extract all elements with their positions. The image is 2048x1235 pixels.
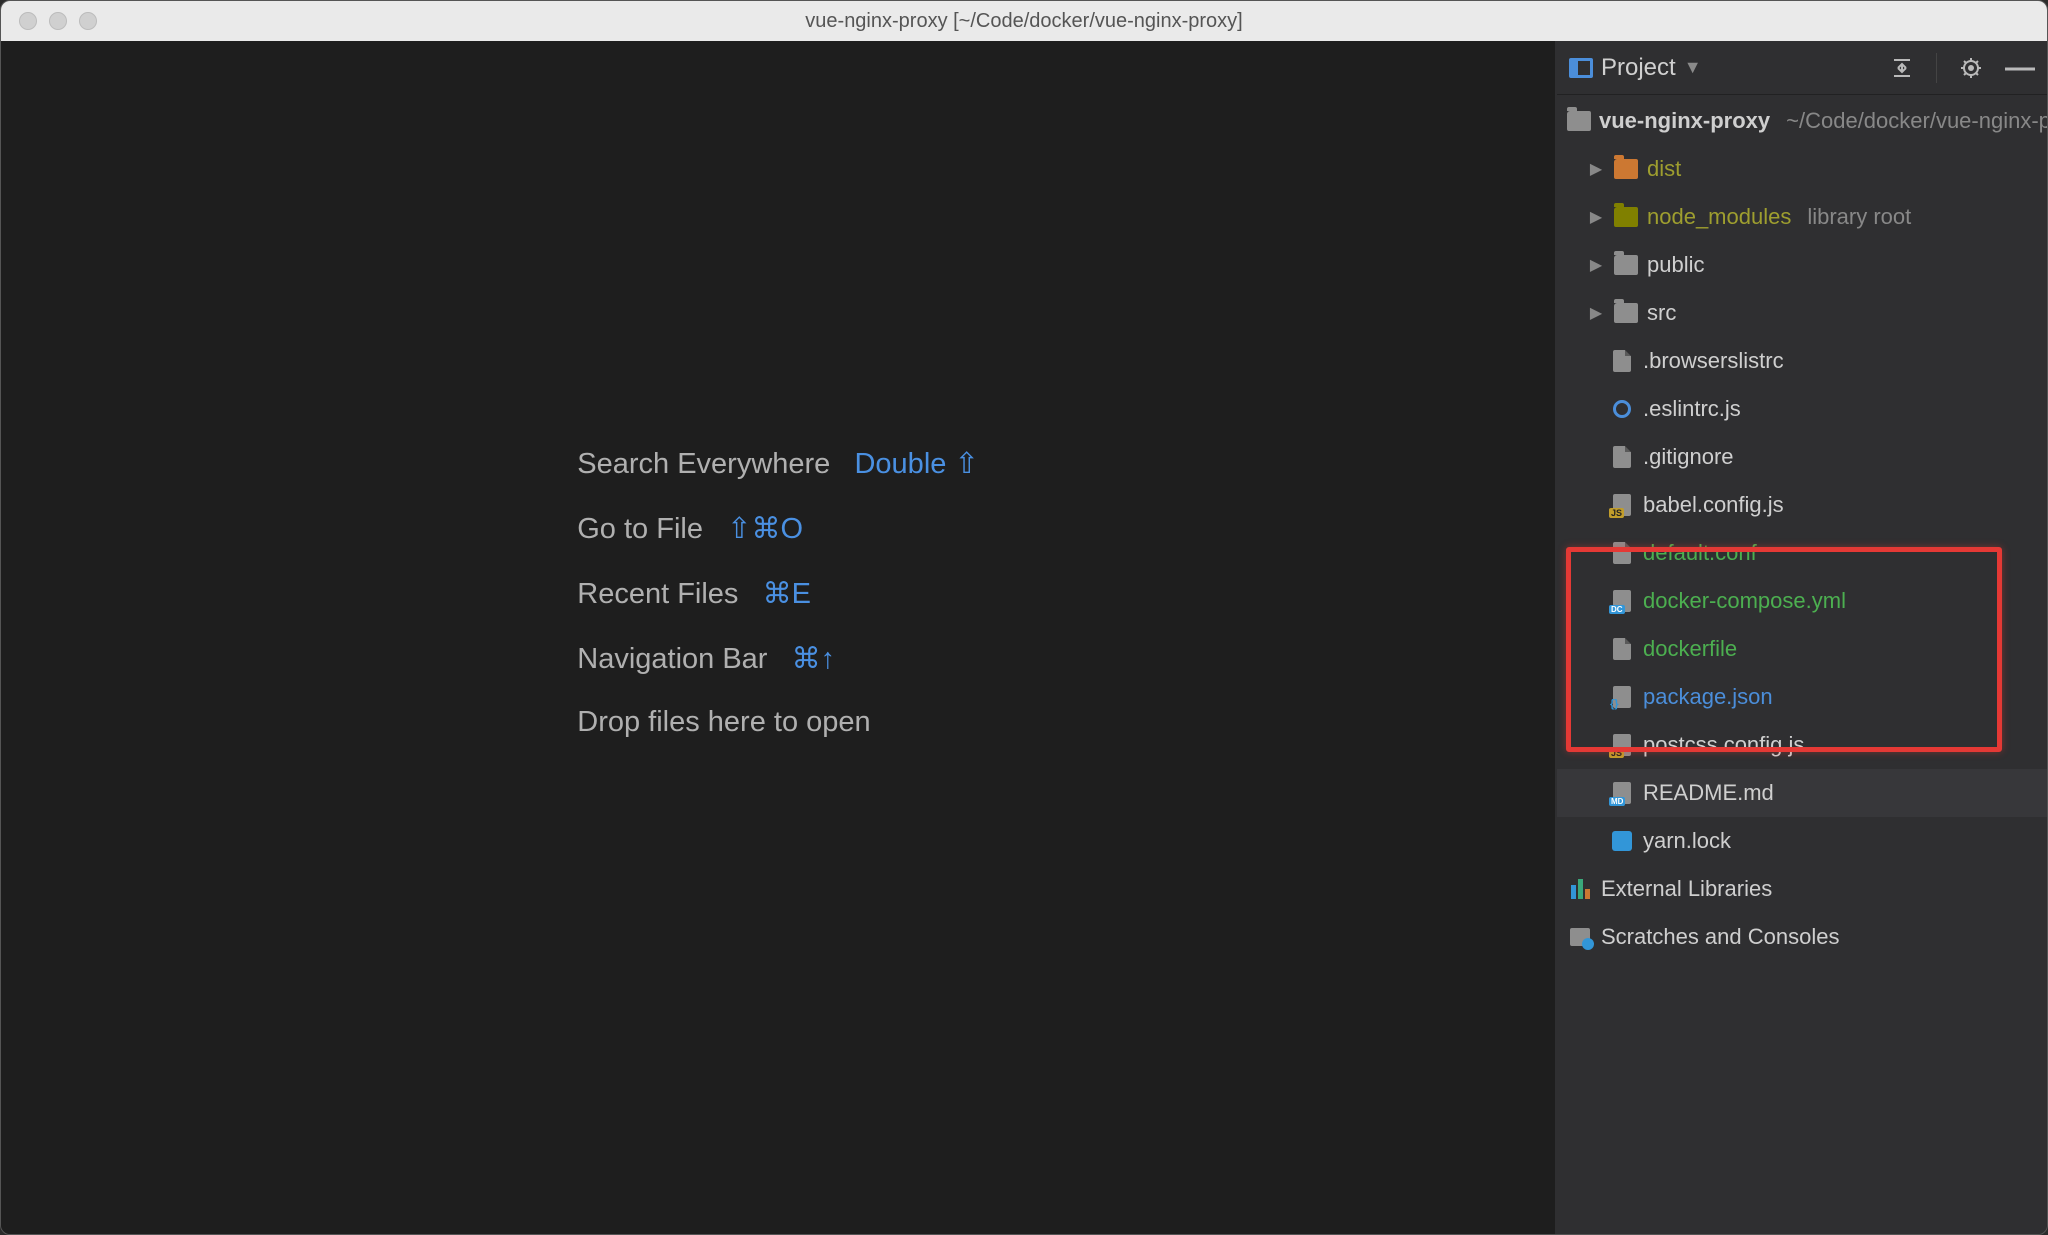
tree-scratches-consoles[interactable]: Scratches and Consoles xyxy=(1557,913,2047,961)
tree-file-dockerfile[interactable]: dockerfile xyxy=(1557,625,2047,673)
tree-file-docker-compose[interactable]: docker-compose.yml xyxy=(1557,577,2047,625)
js-file-icon xyxy=(1613,494,1631,516)
hide-panel-button[interactable]: — xyxy=(2005,51,2035,85)
libraries-icon xyxy=(1571,879,1590,899)
search-everywhere-label: Search Everywhere xyxy=(577,448,830,480)
window-title: vue-nginx-proxy [~/Code/docker/vue-nginx… xyxy=(1,10,2047,33)
project-icon xyxy=(1569,58,1593,78)
folder-icon xyxy=(1614,159,1638,179)
recent-files-label: Recent Files xyxy=(577,578,738,610)
chevron-down-icon: ▼ xyxy=(1684,57,1702,78)
eslint-icon xyxy=(1613,400,1631,418)
close-window-button[interactable] xyxy=(19,12,37,30)
file-icon xyxy=(1613,638,1631,660)
tree-file-default-conf[interactable]: default.conf xyxy=(1557,529,2047,577)
settings-button[interactable] xyxy=(1959,56,1983,80)
drop-files-hint: Drop files here to open xyxy=(577,706,870,738)
folder-icon xyxy=(1614,255,1638,275)
tree-file-postcss-config[interactable]: postcss.config.js xyxy=(1557,721,2047,769)
divider xyxy=(1936,53,1937,83)
search-everywhere-shortcut: Double ⇧ xyxy=(854,448,978,480)
tree-root[interactable]: vue-nginx-proxy ~/Code/docker/vue-nginx-… xyxy=(1557,97,2047,145)
tree-folder-node-modules[interactable]: ▶ node_modules library root xyxy=(1557,193,2047,241)
recent-files-shortcut: ⌘E xyxy=(763,578,811,610)
minimize-window-button[interactable] xyxy=(49,12,67,30)
project-view-button[interactable]: Project ▼ xyxy=(1569,54,1702,82)
zoom-window-button[interactable] xyxy=(79,12,97,30)
tree-file-browserslistrc[interactable]: .browserslistrc xyxy=(1557,337,2047,385)
tree-file-eslintrc[interactable]: .eslintrc.js xyxy=(1557,385,2047,433)
folder-icon xyxy=(1567,111,1591,131)
tree-external-libraries[interactable]: External Libraries xyxy=(1557,865,2047,913)
navigation-bar-label: Navigation Bar xyxy=(577,643,767,675)
tree-file-gitignore[interactable]: .gitignore xyxy=(1557,433,2047,481)
go-to-file-shortcut: ⇧⌘O xyxy=(727,513,803,545)
go-to-file-label: Go to File xyxy=(577,513,703,545)
json-file-icon xyxy=(1613,686,1631,708)
navigation-bar-shortcut: ⌘↑ xyxy=(792,643,836,675)
tree-file-babel-config[interactable]: babel.config.js xyxy=(1557,481,2047,529)
project-tool-window: Project ▼ — vue-nginx-proxy xyxy=(1555,41,2047,1234)
tree-file-package-json[interactable]: package.json xyxy=(1557,673,2047,721)
file-icon xyxy=(1613,350,1631,372)
editor-empty-area[interactable]: Search Everywhere Double ⇧ Go to File ⇧⌘… xyxy=(1,41,1555,1234)
folder-icon xyxy=(1614,207,1638,227)
docker-compose-icon xyxy=(1613,590,1631,612)
file-icon xyxy=(1613,542,1631,564)
file-icon xyxy=(1613,446,1631,468)
window-titlebar: vue-nginx-proxy [~/Code/docker/vue-nginx… xyxy=(1,1,2047,41)
tree-file-readme[interactable]: README.md xyxy=(1557,769,2047,817)
yarn-icon xyxy=(1612,831,1632,851)
js-file-icon xyxy=(1613,734,1631,756)
expand-arrow-icon[interactable]: ▶ xyxy=(1587,255,1605,275)
tree-folder-src[interactable]: ▶ src xyxy=(1557,289,2047,337)
folder-icon xyxy=(1614,303,1638,323)
expand-arrow-icon[interactable]: ▶ xyxy=(1587,159,1605,179)
markdown-file-icon xyxy=(1613,782,1631,804)
tree-folder-public[interactable]: ▶ public xyxy=(1557,241,2047,289)
tree-folder-dist[interactable]: ▶ dist xyxy=(1557,145,2047,193)
collapse-all-button[interactable] xyxy=(1890,56,1914,80)
expand-arrow-icon[interactable]: ▶ xyxy=(1587,207,1605,227)
scratches-icon xyxy=(1570,928,1590,946)
tree-file-yarn-lock[interactable]: yarn.lock xyxy=(1557,817,2047,865)
expand-arrow-icon[interactable]: ▶ xyxy=(1587,303,1605,323)
